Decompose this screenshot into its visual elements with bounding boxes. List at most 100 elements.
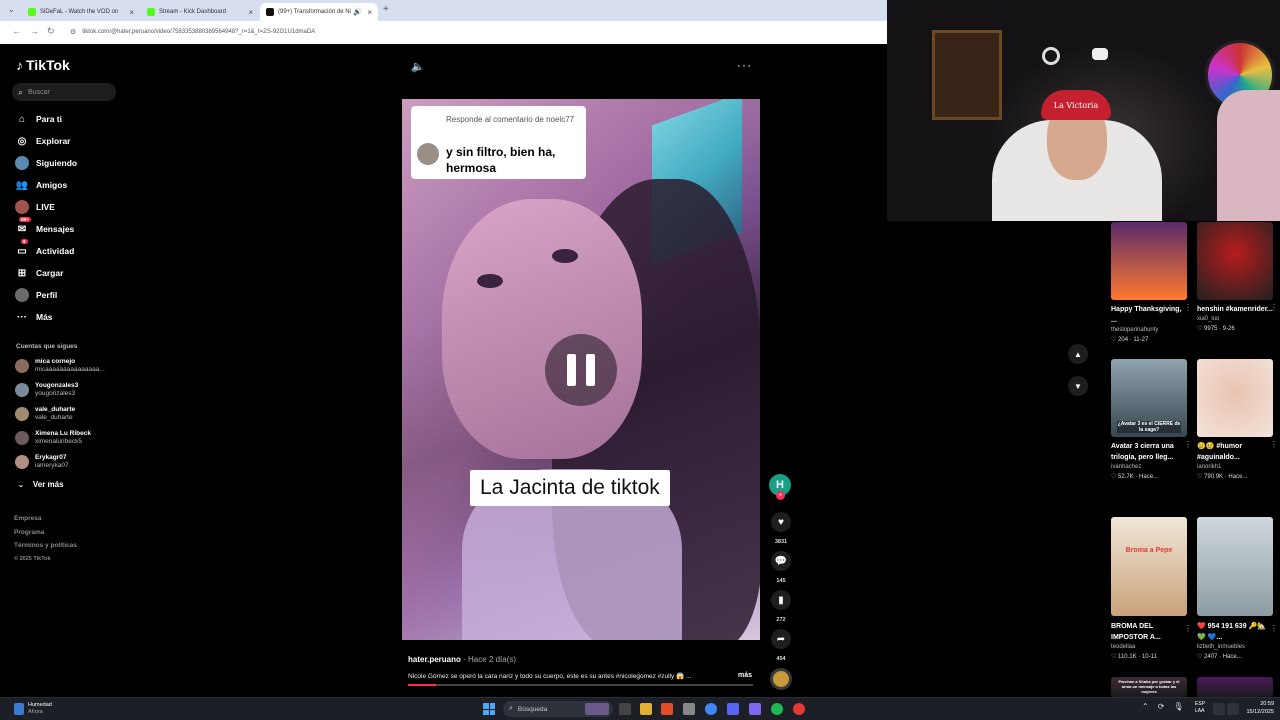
previous-video-button[interactable]: ▲ — [1068, 344, 1088, 364]
search-input[interactable]: ⌕ Buscar — [12, 83, 116, 101]
recommended-video[interactable]: henshin #kamenrider... xia0_luo ♡ 9975 ·… — [1197, 222, 1278, 334]
footer-link[interactable]: Programa — [14, 526, 77, 540]
recommended-video[interactable]: Parchan a Shaka por grabar y él arma un … — [1111, 677, 1187, 697]
more-vertical-icon[interactable]: ⋮ — [1184, 303, 1192, 312]
sidebar-item-mensajes[interactable]: ✉ 99+ Mensajes — [15, 217, 74, 236]
url-field[interactable]: ⚙ tiktok.com/@hater.peruano/video/758335… — [64, 24, 879, 40]
close-tab-icon[interactable]: × — [367, 8, 372, 17]
following-account[interactable]: Yougonzales3 yougonzales3 — [15, 382, 78, 398]
more-vertical-icon[interactable]: ⋮ — [1184, 440, 1192, 449]
follow-plus-icon[interactable]: + — [776, 491, 785, 500]
share-button[interactable]: ➦ 454 — [767, 629, 795, 662]
browser-tab-2[interactable]: Stream - Kick Dashboard × — [141, 3, 259, 21]
more-icon: ··· — [17, 311, 27, 323]
volume-icon[interactable]: 🔈 — [411, 60, 425, 73]
brave-icon[interactable] — [661, 703, 673, 715]
following-account[interactable]: Ximena Lu Ribeck ximenaluribeck5 — [15, 430, 91, 446]
search-highlight-icon[interactable] — [585, 703, 609, 715]
tiktok-logo[interactable]: ♪ TikTok — [16, 57, 70, 73]
volume-tray-icon[interactable] — [1227, 703, 1239, 715]
sidebar-item-actividad[interactable]: ▭ 8 Actividad — [15, 239, 74, 258]
comment-button[interactable]: 💬 145 — [767, 551, 795, 584]
recommended-video[interactable]: 😢😢 #humor #aguinaldo... ianorikh1 ♡ 790.… — [1197, 359, 1278, 482]
start-button[interactable] — [483, 703, 495, 715]
spotify-icon[interactable] — [771, 703, 783, 715]
activity-icon: ▭ 8 — [17, 239, 28, 257]
following-account[interactable]: mica cornejo micaaaaaaaaaaaaaaa... — [15, 358, 105, 374]
see-more-button[interactable]: ⌄ Ver más — [18, 480, 64, 489]
video-player[interactable]: Responde al comentario de noelc77 y sin … — [402, 99, 760, 640]
video-thumbnail — [1111, 222, 1187, 300]
apps-icon[interactable] — [683, 703, 695, 715]
home-icon: ⌂ — [18, 113, 26, 125]
nav-label: Más — [36, 312, 53, 322]
sidebar-item-perfil[interactable]: Perfil — [15, 288, 57, 302]
browser-tab-1[interactable]: SiDeFaL - Watch the VOD on × — [22, 3, 140, 21]
network-icon[interactable] — [1213, 703, 1225, 715]
sidebar-item-siguiendo[interactable]: Siguiendo — [15, 156, 77, 170]
ring-light — [1042, 47, 1060, 65]
clock[interactable]: 20:59 15/12/2025 — [1240, 701, 1274, 716]
more-vertical-icon[interactable]: ⋮ — [1270, 624, 1278, 633]
sidebar-item-explorar[interactable]: ◎ Explorar — [15, 134, 71, 148]
video-progress-bar[interactable] — [408, 684, 753, 686]
next-video-button[interactable]: ▼ — [1068, 376, 1088, 396]
video-description: Nicole Gómez se operó la cara nariz y to… — [408, 673, 692, 680]
following-icon — [15, 156, 29, 170]
more-vertical-icon[interactable]: ⋮ — [1270, 303, 1278, 312]
recommended-video[interactable]: ¿Avatar 3 es el CIERRE de la saga? Avata… — [1111, 359, 1192, 482]
search-icon: ⌕ — [509, 705, 513, 712]
kick-favicon-icon — [28, 8, 36, 16]
site-info-icon[interactable]: ⚙ — [70, 28, 76, 36]
save-button[interactable]: ▮ 272 — [767, 590, 795, 623]
forward-icon[interactable]: → — [30, 26, 39, 36]
tab-title: (99+) Transformación de Ni — [278, 9, 351, 15]
close-tab-icon[interactable]: × — [248, 8, 253, 17]
recommended-video[interactable]: ❤️ 954 191 639 🔑🏡💚 💙... lizbeth_inmueble… — [1197, 517, 1278, 662]
thumb-stats: ♡ 52.7K · Hace... — [1111, 474, 1159, 480]
chrome-icon[interactable] — [705, 703, 717, 715]
close-tab-icon[interactable]: × — [129, 8, 134, 17]
sidebar-item-live[interactable]: LIVE — [15, 200, 55, 214]
speaker-tab-icon[interactable]: 🔊 — [353, 8, 362, 16]
weather-widget[interactable]: Humedad Ahora — [14, 702, 52, 715]
following-account[interactable]: Erykagr07 iameryka07 — [15, 454, 69, 470]
task-view-icon[interactable] — [619, 703, 631, 715]
video-author[interactable]: hater.peruano · Hace 2 día(s) — [408, 655, 516, 664]
more-options-icon[interactable]: ··· — [737, 58, 752, 72]
music-disc-icon[interactable] — [770, 668, 792, 690]
more-description-button[interactable]: más — [738, 672, 752, 679]
tab-list-icon[interactable]: ⌄ — [8, 5, 15, 14]
microphone-icon[interactable]: 🎙 — [1173, 702, 1183, 711]
recommended-video[interactable]: Broma a Pepe BROMA DEL IMPOSTOR A... teo… — [1111, 517, 1192, 662]
recommended-video[interactable]: Happy Thanksgiving, ... thesloperinahunt… — [1111, 222, 1192, 345]
chevron-up-icon[interactable]: ⌃ — [1142, 702, 1149, 711]
footer-link[interactable]: Términos y políticas — [14, 539, 77, 553]
teams-icon[interactable] — [727, 703, 739, 715]
more-vertical-icon[interactable]: ⋮ — [1184, 624, 1192, 633]
like-button[interactable]: ♥ 3831 — [767, 512, 795, 545]
pause-button[interactable] — [545, 334, 617, 406]
footer-link[interactable]: Empresa — [14, 512, 77, 526]
sidebar-item-cargar[interactable]: ⊞ Cargar — [15, 266, 64, 280]
new-tab-icon[interactable]: + — [383, 4, 389, 15]
language-indicator[interactable]: ESP LAA — [1195, 701, 1205, 714]
video-thumbnail: Broma a Pepe — [1111, 517, 1187, 616]
sync-icon[interactable]: ⟳ — [1158, 702, 1165, 711]
sidebar-item-amigos[interactable]: 👥 Amigos — [15, 178, 67, 192]
back-icon[interactable]: ← — [12, 26, 21, 36]
sidebar-item-para-ti[interactable]: ⌂ Para ti — [15, 112, 62, 126]
following-account[interactable]: vale_duharte vale_duharte — [15, 406, 75, 422]
browser-tab-3-active[interactable]: (99+) Transformación de Ni 🔊 × — [260, 3, 378, 21]
recommended-video[interactable] — [1197, 677, 1273, 697]
recording-icon[interactable] — [793, 703, 805, 715]
account-name: vale_duharte — [35, 406, 76, 413]
reload-icon[interactable]: ↻ — [47, 26, 55, 37]
thumb-stats: ♡ 110.1K · 10-11 — [1111, 654, 1157, 660]
discord-icon[interactable] — [749, 703, 761, 715]
screen: { "browser": { "tabs": [ {"label": "SiDe… — [0, 0, 1280, 720]
file-explorer-icon[interactable] — [640, 703, 652, 715]
video-frame-eye — [552, 249, 578, 263]
more-vertical-icon[interactable]: ⋮ — [1270, 440, 1278, 449]
sidebar-item-mas[interactable]: ··· Más — [15, 310, 53, 324]
